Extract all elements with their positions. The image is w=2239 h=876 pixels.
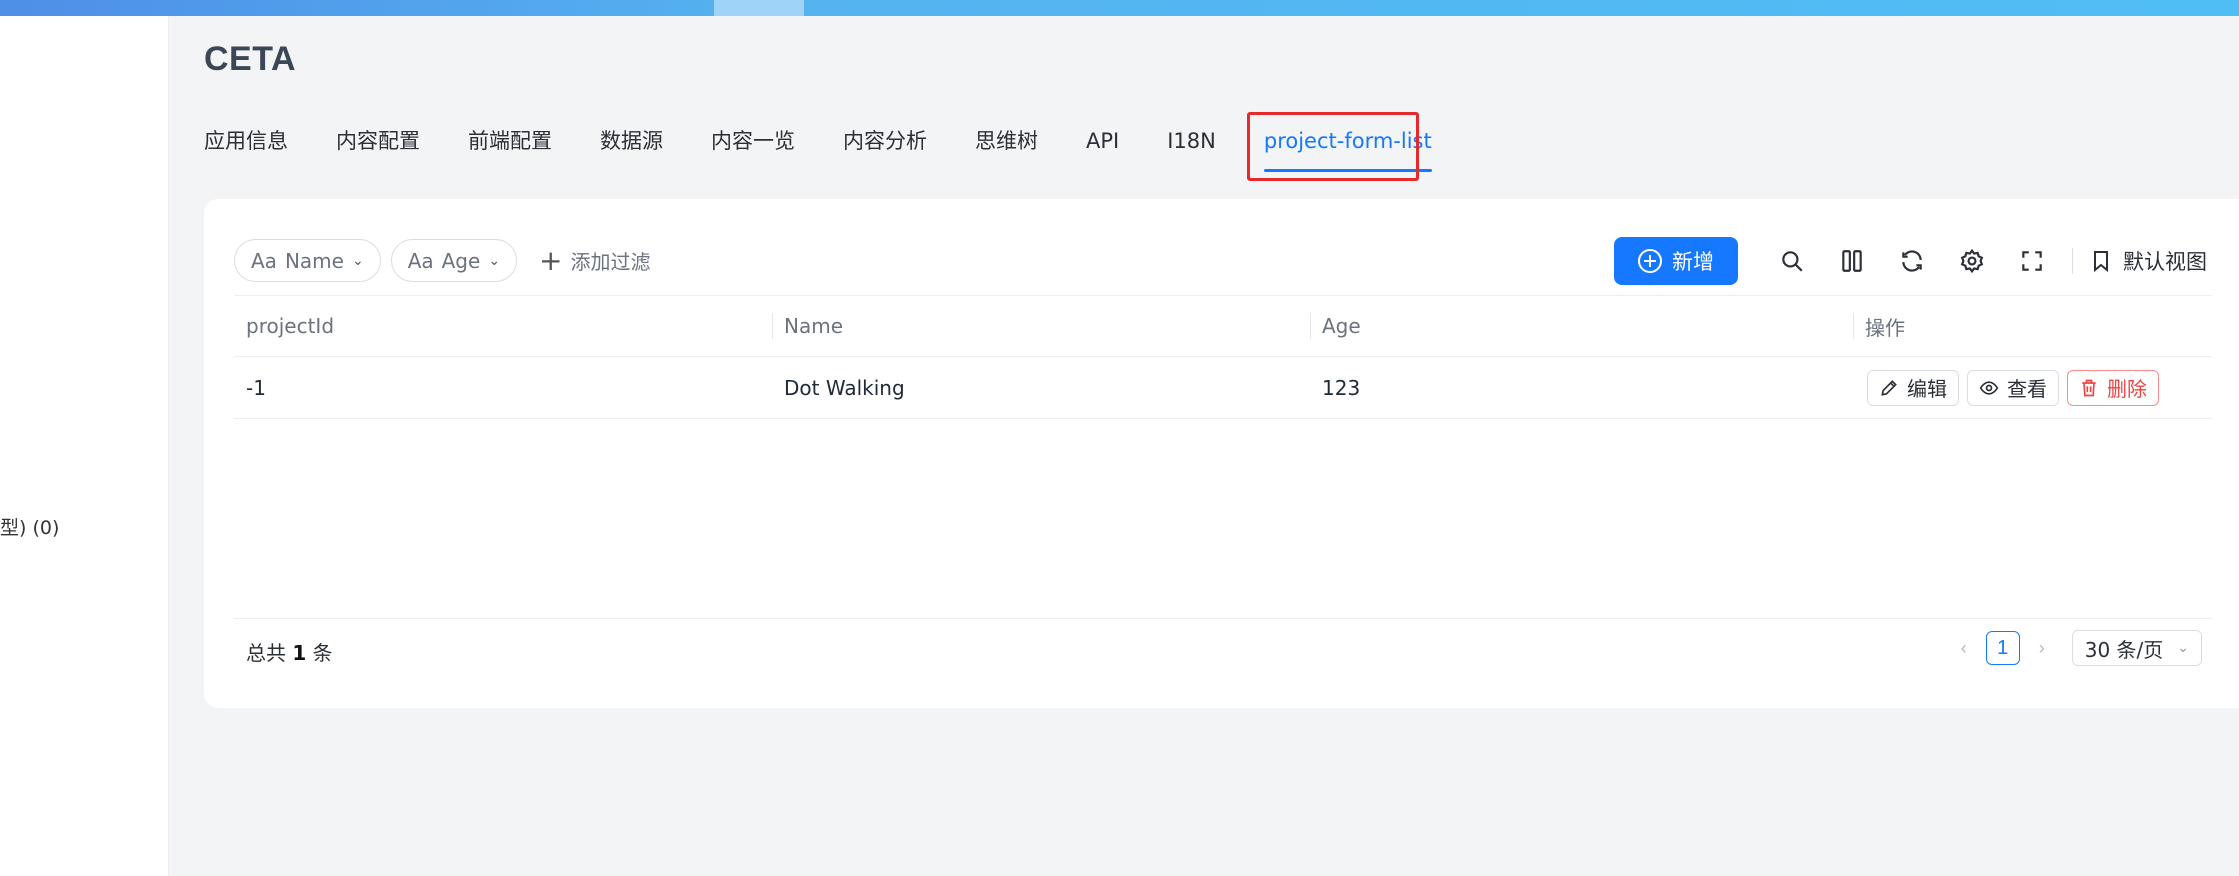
- total-prefix: 总共: [246, 641, 286, 665]
- table-footer: 总共 1 条 ‹ 1 › 30 条/页 ⌄: [234, 618, 2212, 678]
- view-button[interactable]: 查看: [1967, 369, 2059, 406]
- top-progress-bar: [0, 0, 2239, 16]
- columns-button[interactable]: [1822, 238, 1882, 284]
- sidebar-item-fragment[interactable]: 型) (0): [0, 513, 59, 540]
- fullscreen-icon: [2022, 251, 2042, 271]
- tab-api[interactable]: API: [1086, 118, 1119, 174]
- table-toolbar: 新增 默认视图: [1614, 237, 2207, 285]
- sidebar: 型) (0): [0, 16, 169, 876]
- tab-content-analysis[interactable]: 内容分析: [843, 118, 927, 174]
- column-header-projectid[interactable]: projectId: [234, 296, 772, 356]
- filter-bar: Aa Name ⌄ Aa Age ⌄ + 添加过滤: [234, 239, 651, 282]
- bookmark-icon: [2094, 251, 2108, 273]
- top-bar-segment: [714, 0, 804, 16]
- add-filter-label: 添加过滤: [570, 250, 651, 274]
- content-card: Aa Name ⌄ Aa Age ⌄ + 添加过滤 新增 默认视图 projec…: [204, 199, 2239, 708]
- delete-button[interactable]: 删除: [2067, 369, 2159, 406]
- text-type-icon: Aa: [407, 248, 434, 273]
- search-button[interactable]: [1762, 238, 1822, 284]
- tab-datasource[interactable]: 数据源: [600, 118, 663, 174]
- cell-projectid: -1: [246, 375, 266, 400]
- delete-label: 删除: [2107, 377, 2147, 401]
- add-new-label: 新增: [1672, 250, 1714, 274]
- plus-circle-icon: [1638, 249, 1662, 273]
- column-header-name[interactable]: Name: [772, 296, 1310, 356]
- table-row[interactable]: -1 Dot Walking 123 编辑 查看 删除: [234, 357, 2212, 419]
- active-tab-highlight-box: [1247, 112, 1419, 181]
- text-type-icon: Aa: [251, 248, 277, 273]
- add-filter-button[interactable]: + 添加过滤: [539, 246, 650, 275]
- settings-icon: [1960, 248, 1984, 274]
- filter-chip-name[interactable]: Aa Name ⌄: [234, 239, 381, 282]
- refresh-button[interactable]: [1882, 238, 1942, 284]
- pagination: ‹ 1 › 30 条/页 ⌄: [1954, 630, 2202, 666]
- tab-content-config[interactable]: 内容配置: [336, 118, 420, 174]
- search-icon: [1782, 251, 1803, 272]
- total-count: 总共 1 条: [246, 637, 333, 666]
- columns-icon: [1842, 250, 1862, 272]
- plus-icon: +: [539, 243, 563, 277]
- tab-app-info[interactable]: 应用信息: [204, 118, 288, 174]
- saved-view-button[interactable]: 默认视图: [2089, 246, 2207, 276]
- tab-mind-tree[interactable]: 思维树: [975, 118, 1038, 174]
- page-title: CETA: [204, 40, 297, 78]
- pencil-icon: [1881, 379, 1897, 396]
- chevron-right-icon[interactable]: ›: [2032, 638, 2052, 659]
- cell-name: Dot Walking: [784, 375, 905, 400]
- filter-chip-label: Name: [284, 248, 344, 273]
- chevron-down-icon: ⌄: [2177, 640, 2189, 656]
- refresh-icon: [1902, 250, 1922, 272]
- row-actions: 编辑 查看 删除: [1853, 369, 2212, 406]
- total-suffix: 条: [312, 641, 333, 665]
- edit-label: 编辑: [1907, 377, 1947, 401]
- toolbar-divider: [2072, 248, 2073, 274]
- page-size-value: 30 条/页: [2084, 637, 2164, 662]
- chevron-down-icon: ⌄: [488, 252, 501, 269]
- filter-chip-age[interactable]: Aa Age ⌄: [390, 239, 518, 282]
- fullscreen-button[interactable]: [2002, 238, 2062, 284]
- view-label: 查看: [2007, 377, 2047, 401]
- tab-i18n[interactable]: I18N: [1167, 118, 1216, 174]
- total-number: 1: [292, 641, 307, 665]
- page-number[interactable]: 1: [1985, 631, 2020, 665]
- trash-icon: [2082, 379, 2096, 396]
- column-header-actions: 操作: [1853, 296, 2212, 356]
- saved-view-label: 默认视图: [2123, 250, 2207, 274]
- tab-frontend-config[interactable]: 前端配置: [468, 118, 552, 174]
- data-table: projectId Name Age 操作 -1 Dot Walking 123…: [234, 295, 2212, 419]
- tab-content-overview[interactable]: 内容一览: [711, 118, 795, 174]
- eye-icon: [1979, 380, 1999, 395]
- chevron-left-icon[interactable]: ‹: [1954, 638, 1974, 659]
- page-size-select[interactable]: 30 条/页 ⌄: [2071, 630, 2202, 666]
- chevron-down-icon: ⌄: [351, 252, 364, 269]
- column-header-age[interactable]: Age: [1310, 296, 1853, 356]
- filter-chip-label: Age: [441, 248, 481, 273]
- add-new-button[interactable]: 新增: [1614, 237, 1738, 285]
- edit-button[interactable]: 编辑: [1867, 369, 1959, 406]
- settings-button[interactable]: [1942, 238, 2002, 284]
- cell-age: 123: [1322, 375, 1361, 400]
- table-header: projectId Name Age 操作: [234, 295, 2212, 357]
